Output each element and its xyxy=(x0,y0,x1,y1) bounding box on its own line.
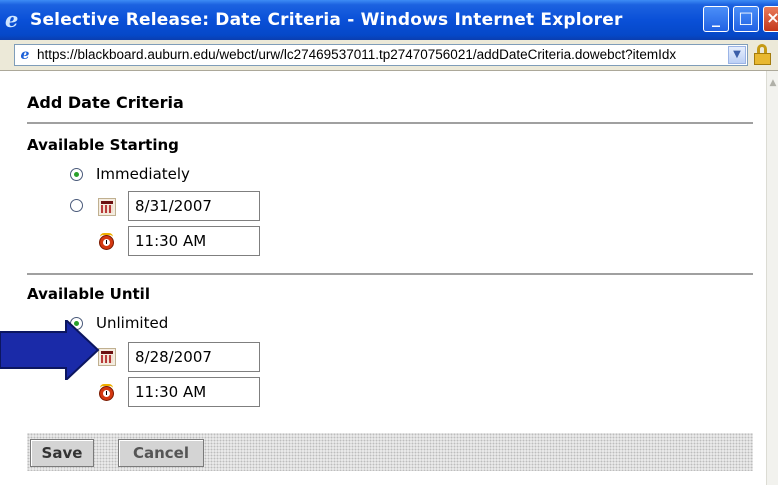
address-bar: e https://blackboard.auburn.edu/webct/ur… xyxy=(0,40,778,71)
close-button[interactable]: × xyxy=(763,6,778,32)
maximize-button[interactable]: □ xyxy=(733,6,759,32)
ie-icon: e xyxy=(5,7,19,32)
window-title: Selective Release: Date Criteria - Windo… xyxy=(30,10,623,30)
page-ie-icon: e xyxy=(20,47,30,63)
cancel-button[interactable]: Cancel xyxy=(118,439,204,467)
maximize-icon: □ xyxy=(738,8,754,27)
radio-starting-immediately[interactable] xyxy=(70,168,83,181)
until-date-field[interactable]: 8/28/2007 xyxy=(128,342,260,372)
page-title: Add Date Criteria xyxy=(27,93,184,112)
minimize-button[interactable]: _ xyxy=(703,6,729,32)
starting-time-field[interactable]: 11:30 AM xyxy=(128,226,260,256)
address-url[interactable]: https://blackboard.auburn.edu/webct/urw/… xyxy=(37,47,676,62)
radio-starting-date[interactable] xyxy=(70,199,83,212)
close-icon: × xyxy=(766,8,778,27)
window-titlebar[interactable]: e Selective Release: Date Criteria - Win… xyxy=(0,0,778,40)
minimize-icon: _ xyxy=(712,8,720,27)
save-button[interactable]: Save xyxy=(30,439,94,467)
unlimited-label: Unlimited xyxy=(96,314,169,332)
lock-icon[interactable] xyxy=(753,44,773,66)
divider xyxy=(27,122,753,124)
page-content: Add Date Criteria Available Starting Imm… xyxy=(12,71,766,485)
starting-date-field[interactable]: 8/31/2007 xyxy=(128,191,260,221)
clock-icon[interactable] xyxy=(98,233,116,251)
scrollbar[interactable]: ▲ xyxy=(766,71,778,485)
until-time-field[interactable]: 11:30 AM xyxy=(128,377,260,407)
immediately-label: Immediately xyxy=(96,165,190,183)
available-until-label: Available Until xyxy=(27,285,150,303)
address-dropdown-button[interactable]: ▼ xyxy=(728,46,746,64)
available-starting-label: Available Starting xyxy=(27,136,179,154)
address-field[interactable]: e https://blackboard.auburn.edu/webct/ur… xyxy=(14,44,748,66)
calendar-icon[interactable] xyxy=(98,198,116,216)
calendar-icon[interactable] xyxy=(98,348,116,366)
scroll-up-icon[interactable]: ▲ xyxy=(767,77,778,89)
divider xyxy=(27,273,753,275)
clock-icon[interactable] xyxy=(98,384,116,402)
arrow-icon xyxy=(0,320,100,380)
